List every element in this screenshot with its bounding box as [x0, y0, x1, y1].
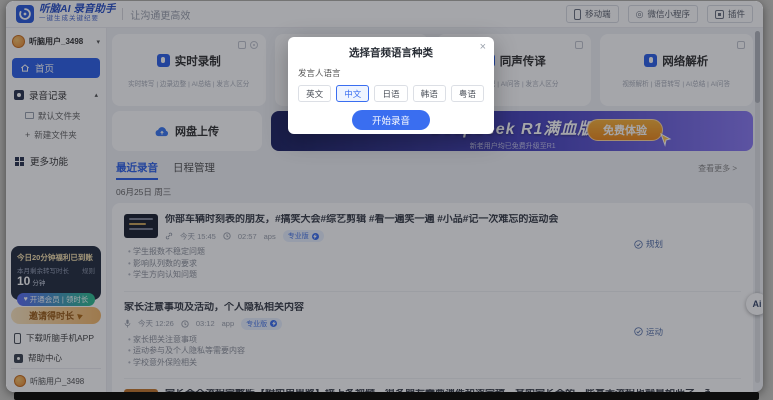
- language-select-modal: 选择音频语言种类 × 发言人语言 英文 中文 日语 韩语 粤语 开始录音: [288, 37, 494, 134]
- language-option-english[interactable]: 英文: [298, 85, 331, 102]
- app-window: 听脑AI 录音助手 一键生成关键纪要 让沟通更高效 移动端 ◎ 微信小程序 插件…: [6, 1, 763, 392]
- language-option-cantonese[interactable]: 粤语: [451, 85, 484, 102]
- language-option-korean[interactable]: 韩语: [413, 85, 446, 102]
- language-option-japanese[interactable]: 日语: [374, 85, 407, 102]
- language-option-chinese[interactable]: 中文: [336, 85, 369, 102]
- start-recording-button[interactable]: 开始录音: [352, 110, 430, 130]
- screen-bottom-bar: [14, 392, 759, 400]
- close-icon[interactable]: ×: [480, 41, 486, 53]
- speaker-language-label: 发言人语言: [298, 67, 484, 79]
- language-options: 英文 中文 日语 韩语 粤语: [298, 85, 484, 102]
- modal-title: 选择音频语言种类: [298, 45, 484, 60]
